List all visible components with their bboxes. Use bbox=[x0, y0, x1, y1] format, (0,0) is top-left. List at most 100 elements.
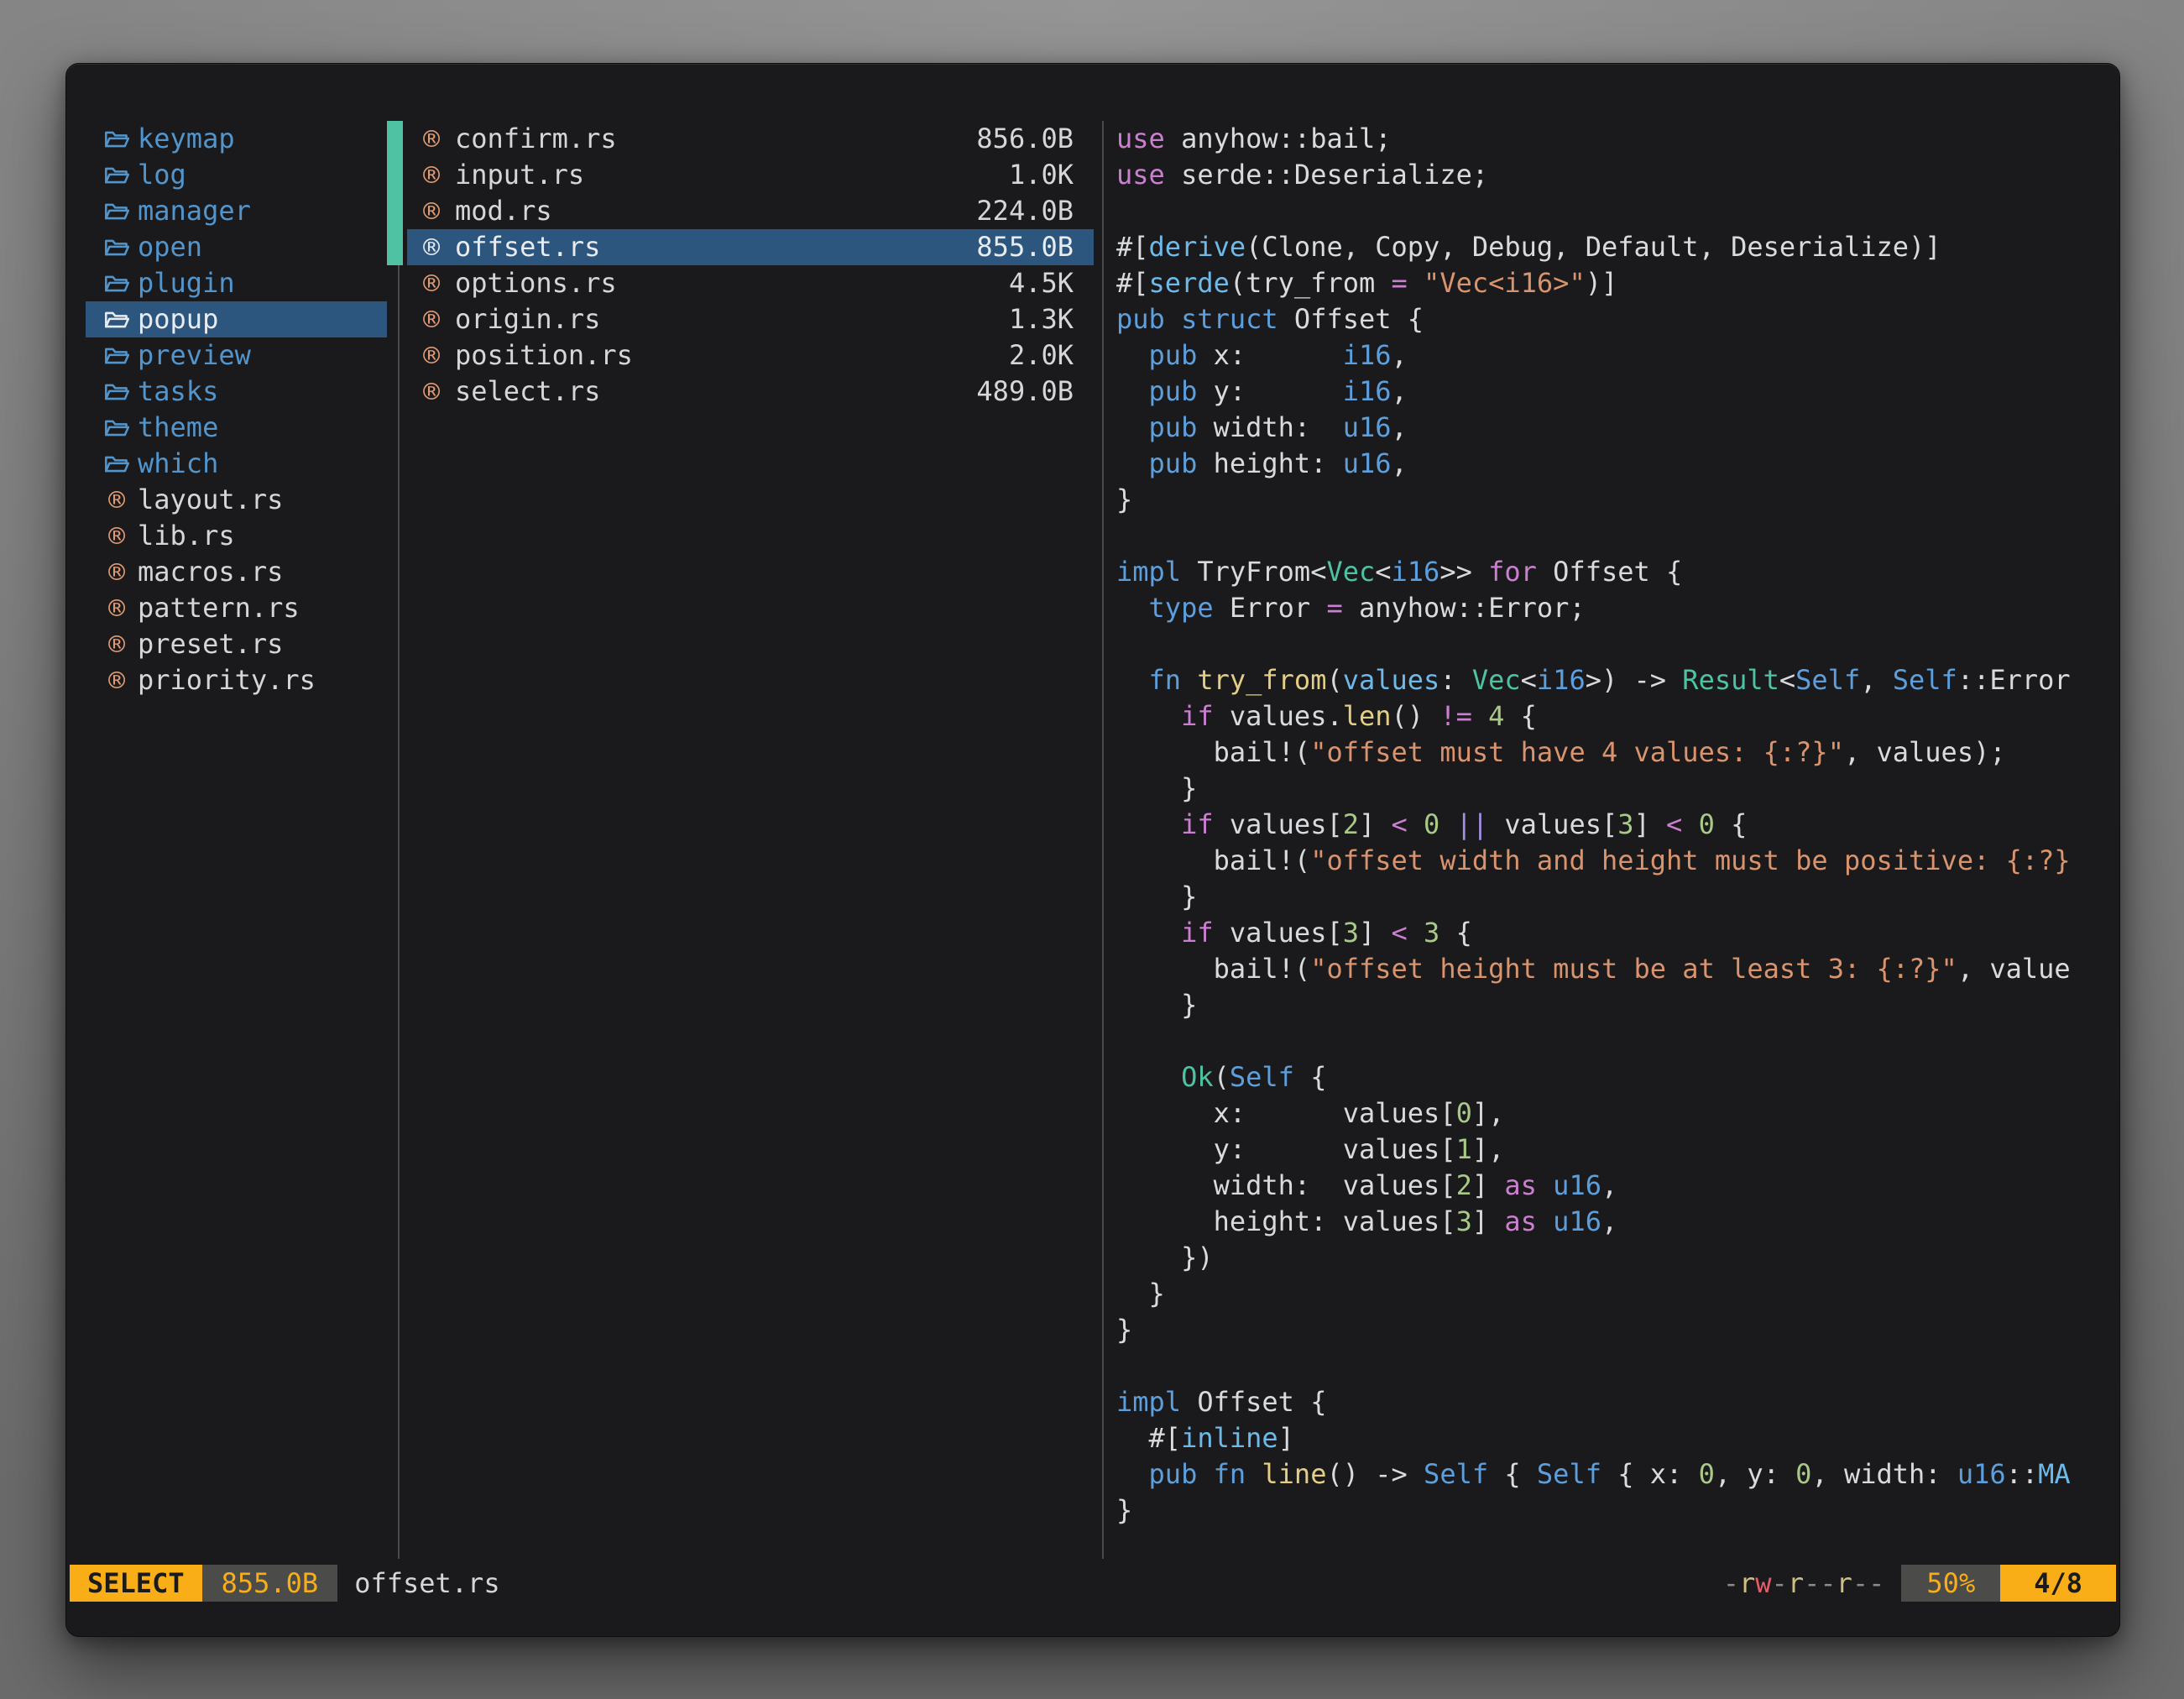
sidebar-item-label: plugin bbox=[138, 265, 235, 301]
code-line: } bbox=[1116, 1276, 2120, 1312]
file-row-offset-rs[interactable]: ®offset.rs855.0B bbox=[407, 229, 1094, 265]
folder-icon bbox=[104, 452, 129, 476]
sidebar-item-preview[interactable]: preview bbox=[86, 337, 387, 374]
code-line: impl TryFrom<Vec<i16>> for Offset { bbox=[1116, 554, 2120, 590]
sidebar-item-tasks[interactable]: tasks bbox=[86, 374, 387, 410]
file-size: 224.0B bbox=[976, 193, 1074, 229]
file-size: 4.5K bbox=[1009, 265, 1074, 301]
code-line: pub height: u16, bbox=[1116, 446, 2120, 482]
sidebar-item-label: preset.rs bbox=[138, 626, 283, 662]
code-line bbox=[1116, 518, 2120, 554]
code-line bbox=[1116, 1348, 2120, 1384]
code-line: } bbox=[1116, 987, 2120, 1023]
sidebar-item-label: preview bbox=[138, 337, 251, 374]
sidebar-item-lib-rs[interactable]: ®lib.rs bbox=[86, 518, 387, 554]
cursor-position-badge: 4/8 bbox=[2000, 1565, 2116, 1602]
code-line: if values[3] < 3 { bbox=[1116, 915, 2120, 951]
sidebar-item-priority-rs[interactable]: ® priority.rs bbox=[86, 662, 387, 698]
file-size: 856.0B bbox=[976, 121, 1074, 157]
folder-icon bbox=[104, 164, 129, 187]
code-line: use anyhow::bail; bbox=[1116, 121, 2120, 157]
code-line bbox=[1116, 193, 2120, 229]
code-line: height: values[3] as u16, bbox=[1116, 1204, 2120, 1240]
file-size: 1.3K bbox=[1009, 301, 1074, 337]
file-name: origin.rs bbox=[455, 301, 600, 337]
sidebar-item-label: open bbox=[138, 229, 202, 265]
sidebar-item-label: theme bbox=[138, 410, 218, 446]
file-name: position.rs bbox=[455, 337, 633, 374]
rust-file-icon: ® bbox=[419, 342, 444, 369]
sidebar-item-label: log bbox=[138, 157, 186, 193]
rust-file-icon: ® bbox=[104, 667, 129, 694]
code-line: bail!("offset must have 4 values: {:?}",… bbox=[1116, 734, 2120, 771]
file-row-options-rs[interactable]: ®options.rs4.5K bbox=[407, 265, 1094, 301]
pane-divider-left bbox=[398, 121, 400, 1559]
file-row-origin-rs[interactable]: ®origin.rs1.3K bbox=[407, 301, 1094, 337]
folder-icon bbox=[104, 200, 129, 223]
code-line: Ok(Self { bbox=[1116, 1059, 2120, 1095]
code-line: if values.len() != 4 { bbox=[1116, 698, 2120, 734]
file-size: 2.0K bbox=[1009, 337, 1074, 374]
folder-icon bbox=[104, 272, 129, 295]
sidebar-item-label: pattern.rs bbox=[138, 590, 300, 626]
code-line: y: values[1], bbox=[1116, 1132, 2120, 1168]
file-size: 855.0B bbox=[976, 229, 1074, 265]
folder-icon bbox=[104, 128, 129, 151]
code-line: impl Offset { bbox=[1116, 1384, 2120, 1420]
folder-icon bbox=[104, 308, 129, 332]
mode-badge: SELECT bbox=[70, 1565, 202, 1602]
status-bar-right: -rw-r--r-- 50% 4/8 bbox=[1723, 1565, 2116, 1602]
sidebar-item-pattern-rs[interactable]: ®pattern.rs bbox=[86, 590, 387, 626]
file-size: 1.0K bbox=[1009, 157, 1074, 193]
code-line: pub width: u16, bbox=[1116, 410, 2120, 446]
rust-file-icon: ® bbox=[104, 558, 129, 586]
file-name: options.rs bbox=[455, 265, 617, 301]
sidebar-item-label: macros.rs bbox=[138, 554, 283, 590]
sidebar-item-label: priority.rs bbox=[138, 662, 316, 698]
status-filename: offset.rs bbox=[354, 1566, 499, 1602]
file-row-mod-rs[interactable]: ®mod.rs224.0B bbox=[407, 193, 1094, 229]
sidebar-item-macros-rs[interactable]: ® macros.rs bbox=[86, 554, 387, 590]
code-line: bail!("offset width and height must be p… bbox=[1116, 843, 2120, 879]
rust-file-icon: ® bbox=[104, 486, 129, 514]
code-line: #[inline] bbox=[1116, 1420, 2120, 1456]
sidebar-item-popup[interactable]: popup bbox=[86, 301, 387, 337]
sidebar-item-open[interactable]: open bbox=[86, 229, 387, 265]
code-line: }) bbox=[1116, 1240, 2120, 1276]
terminal-window: keymaplogmanageropenpluginpopuppreviewta… bbox=[65, 63, 2120, 1637]
scroll-percent-badge: 50% bbox=[1901, 1565, 2000, 1602]
sidebar-item-preset-rs[interactable]: ®preset.rs bbox=[86, 626, 387, 662]
sidebar-item-label: layout.rs bbox=[138, 482, 283, 518]
sidebar-item-label: keymap bbox=[138, 121, 235, 157]
code-line: width: values[2] as u16, bbox=[1116, 1168, 2120, 1204]
file-permissions: -rw-r--r-- bbox=[1723, 1566, 1885, 1602]
file-row-input-rs[interactable]: ®input.rs1.0K bbox=[407, 157, 1094, 193]
file-name: select.rs bbox=[455, 374, 600, 410]
file-row-confirm-rs[interactable]: ®confirm.rs856.0B bbox=[407, 121, 1094, 157]
folder-icon bbox=[104, 236, 129, 259]
code-line: type Error = anyhow::Error; bbox=[1116, 590, 2120, 626]
rust-file-icon: ® bbox=[104, 522, 129, 550]
folder-icon bbox=[104, 344, 129, 368]
file-size: 489.0B bbox=[976, 374, 1074, 410]
sidebar-item-layout-rs[interactable]: ® layout.rs bbox=[86, 482, 387, 518]
sidebar-item-which[interactable]: which bbox=[86, 446, 387, 482]
code-line: } bbox=[1116, 771, 2120, 807]
file-row-position-rs[interactable]: ® position.rs 2.0K bbox=[407, 337, 1094, 374]
file-row-select-rs[interactable]: ®select.rs489.0B bbox=[407, 374, 1094, 410]
sidebar-item-theme[interactable]: theme bbox=[86, 410, 387, 446]
file-name: input.rs bbox=[455, 157, 584, 193]
code-line: } bbox=[1116, 1312, 2120, 1348]
parent-directory-pane: keymaplogmanageropenpluginpopuppreviewta… bbox=[86, 121, 387, 698]
sidebar-item-log[interactable]: log bbox=[86, 157, 387, 193]
sidebar-item-manager[interactable]: manager bbox=[86, 193, 387, 229]
code-line: pub fn line() -> Self { Self { x: 0, y: … bbox=[1116, 1456, 2120, 1493]
code-line: fn try_from(values: Vec<i16>) -> Result<… bbox=[1116, 662, 2120, 698]
sidebar-item-keymap[interactable]: keymap bbox=[86, 121, 387, 157]
code-line: if values[2] < 0 || values[3] < 0 { bbox=[1116, 807, 2120, 843]
file-size-badge: 855.0B bbox=[202, 1565, 338, 1602]
rust-file-icon: ® bbox=[419, 197, 444, 225]
code-line: pub y: i16, bbox=[1116, 374, 2120, 410]
sidebar-item-plugin[interactable]: plugin bbox=[86, 265, 387, 301]
sidebar-item-label: manager bbox=[138, 193, 251, 229]
